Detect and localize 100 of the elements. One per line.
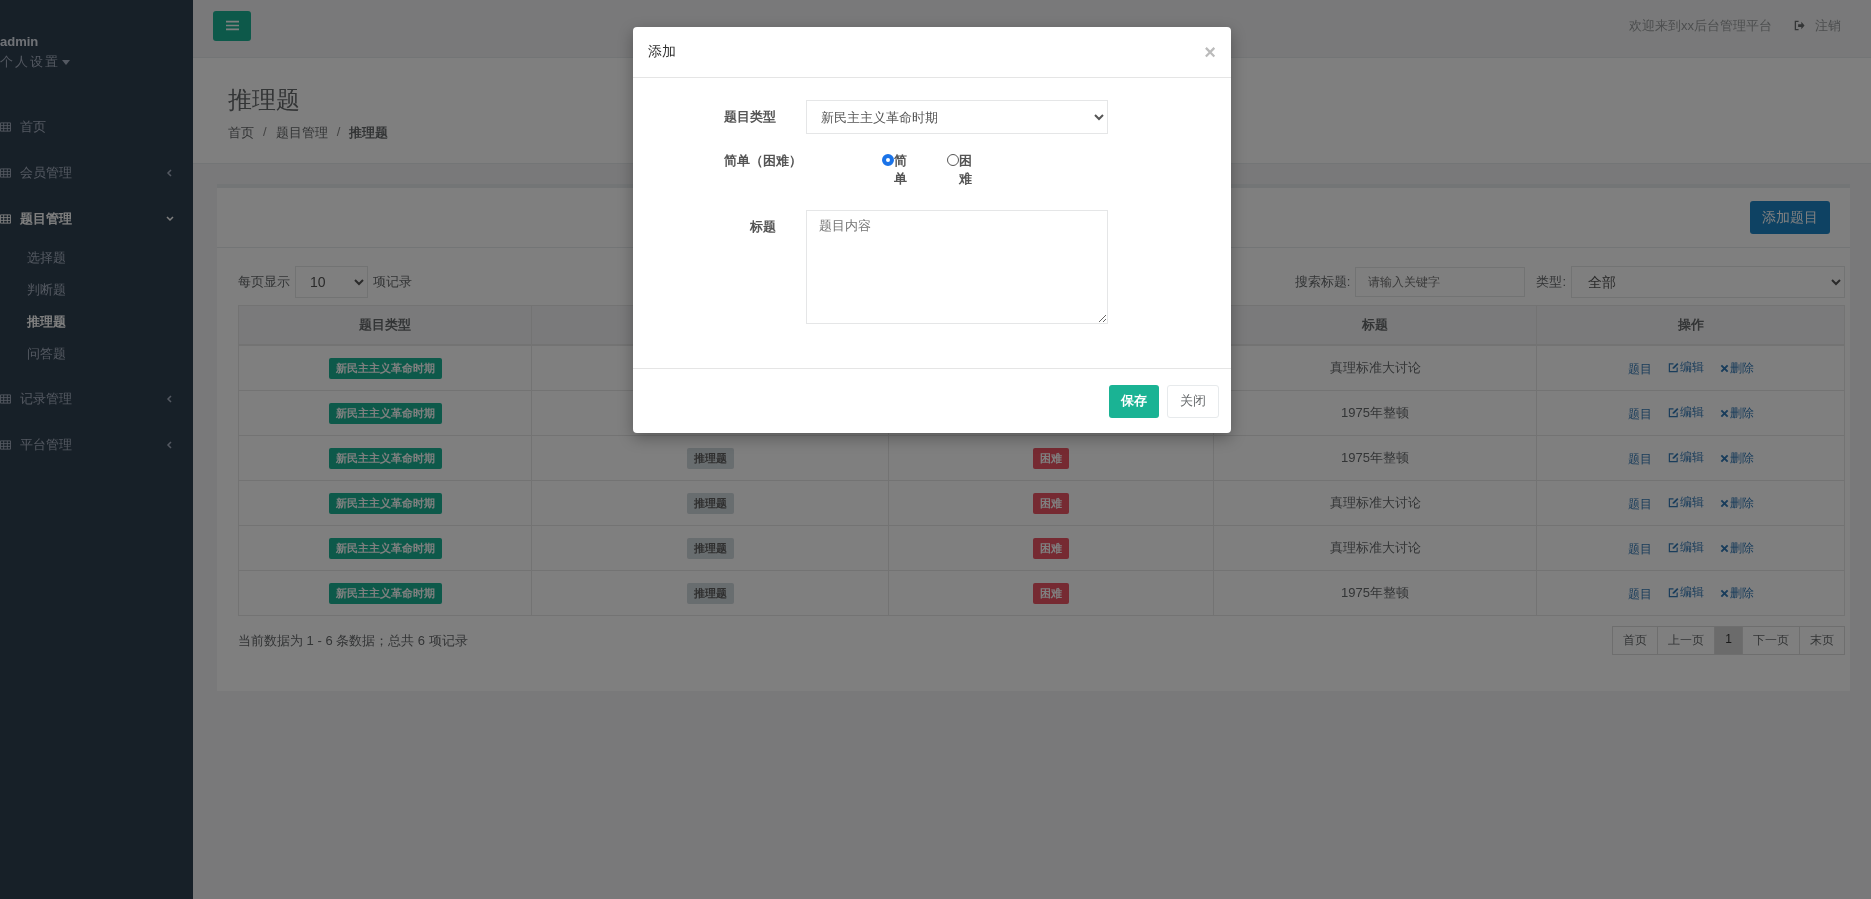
edit-icon bbox=[1667, 451, 1679, 463]
difficulty-badge: 困难 bbox=[1033, 492, 1069, 514]
radio-label: 简单 bbox=[894, 152, 907, 189]
save-button[interactable]: 保存 bbox=[1109, 384, 1159, 418]
close-button[interactable]: × bbox=[1204, 42, 1216, 62]
search-label: 搜索标题: bbox=[1294, 273, 1351, 291]
nav-item[interactable]: 题目管理 bbox=[0, 196, 193, 242]
delete-icon bbox=[1719, 588, 1729, 598]
difficulty-badge: 困难 bbox=[1033, 447, 1069, 469]
breadcrumb-item[interactable]: 首页 bbox=[228, 124, 254, 142]
action-link[interactable]: 删除 bbox=[1719, 404, 1754, 422]
user-name: admin bbox=[0, 34, 39, 49]
table-cell: 真理标准大讨论 bbox=[1329, 495, 1421, 510]
chevron-down-icon bbox=[165, 214, 175, 224]
action-link[interactable]: 题目 bbox=[1627, 405, 1652, 423]
action-link[interactable]: 编辑 bbox=[1667, 583, 1704, 601]
edit-icon bbox=[1667, 406, 1679, 418]
action-link[interactable]: 编辑 bbox=[1667, 358, 1704, 376]
column-header: 题目类型 bbox=[359, 317, 411, 332]
delete-icon bbox=[1719, 543, 1729, 553]
page-size-label: 每页显示 bbox=[238, 273, 290, 291]
radio-label: 困难 bbox=[959, 152, 972, 189]
delete-icon bbox=[1719, 363, 1729, 373]
chevron-left-icon bbox=[165, 394, 175, 404]
column-header: 标题 bbox=[1362, 317, 1388, 332]
page-size-suffix: 项记录 bbox=[373, 273, 412, 291]
breadcrumb-separator: / bbox=[336, 124, 341, 141]
action-link[interactable]: 题目 bbox=[1627, 585, 1652, 603]
page-size-select[interactable]: 10 bbox=[295, 266, 368, 298]
menu-icon bbox=[225, 20, 239, 31]
grid-icon bbox=[0, 168, 11, 178]
delete-icon bbox=[1719, 408, 1729, 418]
field-label: 简单（困难） bbox=[723, 152, 802, 170]
field-label: 标题 bbox=[749, 218, 776, 237]
type-filter-select[interactable]: 全部 bbox=[1571, 266, 1845, 298]
caret-icon bbox=[62, 59, 70, 65]
action-link[interactable]: 编辑 bbox=[1667, 538, 1704, 556]
action-link[interactable]: 编辑 bbox=[1667, 448, 1704, 466]
grid-icon bbox=[0, 440, 11, 450]
type-filter-label: 类型: bbox=[1536, 273, 1566, 291]
edit-icon bbox=[1667, 361, 1679, 373]
breadcrumb-item: 推理题 bbox=[349, 124, 389, 142]
action-link[interactable]: 删除 bbox=[1719, 539, 1754, 557]
page-title: 推理题 bbox=[228, 85, 300, 115]
type-badge: 新民主主义革命时期 bbox=[328, 582, 442, 604]
type-badge: 新民主主义革命时期 bbox=[328, 492, 442, 514]
action-link[interactable]: 题目 bbox=[1627, 450, 1652, 468]
action-link[interactable]: 删除 bbox=[1719, 494, 1754, 512]
category-badge: 推理题 bbox=[686, 582, 734, 604]
delete-icon bbox=[1719, 498, 1729, 508]
difficulty-badge: 困难 bbox=[1033, 537, 1069, 559]
action-link[interactable]: 题目 bbox=[1627, 495, 1652, 513]
pagination-button[interactable]: 末页 bbox=[1799, 626, 1845, 655]
dialog-title: 添加 bbox=[648, 43, 676, 61]
edit-icon bbox=[1667, 586, 1679, 598]
edit-icon bbox=[1667, 541, 1679, 553]
table-cell: 1975年整顿 bbox=[1341, 405, 1409, 420]
close-dialog-button[interactable]: 关闭 bbox=[1167, 384, 1219, 418]
settings-link[interactable]: 个人设置 bbox=[0, 53, 70, 71]
edit-icon bbox=[1667, 496, 1679, 508]
category-badge: 推理题 bbox=[686, 447, 734, 469]
delete-icon bbox=[1719, 453, 1729, 463]
action-link[interactable]: 编辑 bbox=[1667, 493, 1704, 511]
pagination-button[interactable]: 1 bbox=[1714, 626, 1743, 655]
action-link[interactable]: 删除 bbox=[1719, 359, 1754, 377]
action-link[interactable]: 删除 bbox=[1719, 449, 1754, 467]
column-header: 操作 bbox=[1677, 317, 1704, 332]
table-cell: 1975年整顿 bbox=[1341, 450, 1409, 465]
action-link[interactable]: 删除 bbox=[1719, 584, 1754, 602]
category-badge: 推理题 bbox=[686, 537, 734, 559]
type-badge: 新民主主义革命时期 bbox=[328, 357, 442, 379]
table-cell: 真理标准大讨论 bbox=[1329, 540, 1421, 555]
category-badge: 推理题 bbox=[686, 492, 734, 514]
grid-icon bbox=[0, 394, 11, 404]
table-cell: 1975年整顿 bbox=[1341, 585, 1409, 600]
grid-icon bbox=[0, 214, 11, 224]
search-field[interactable]: 请输入关键字 bbox=[1355, 267, 1526, 297]
field-label: 题目类型 bbox=[723, 108, 776, 126]
submenu-item[interactable]: 推理题 bbox=[27, 306, 66, 338]
type-badge: 新民主主义革命时期 bbox=[328, 402, 442, 424]
action-link[interactable]: 编辑 bbox=[1667, 403, 1704, 421]
action-link[interactable]: 题目 bbox=[1627, 540, 1652, 558]
chevron-left-icon bbox=[165, 440, 175, 450]
content-textarea[interactable]: 题目内容 bbox=[806, 210, 1108, 325]
add-question-button[interactable]: 添加题目 bbox=[1750, 201, 1830, 234]
type-badge: 新民主主义革命时期 bbox=[328, 537, 442, 559]
chevron-left-icon bbox=[165, 168, 175, 178]
breadcrumb-item[interactable]: 题目管理 bbox=[275, 124, 328, 142]
type-badge: 新民主主义革命时期 bbox=[328, 447, 442, 469]
table-cell: 真理标准大讨论 bbox=[1329, 360, 1421, 375]
logout-icon bbox=[1794, 20, 1805, 31]
pagination-button[interactable]: 下一页 bbox=[1742, 626, 1800, 655]
radio-button[interactable] bbox=[882, 154, 894, 166]
difficulty-badge: 困难 bbox=[1033, 582, 1069, 604]
question-type-select[interactable]: 新民主主义革命时期 bbox=[806, 100, 1108, 134]
grid-icon bbox=[0, 122, 11, 132]
pagination-button[interactable]: 首页 bbox=[1612, 626, 1659, 655]
records-info: 当前数据为 1 - 6 条数据；总共 6 项记录 bbox=[238, 631, 468, 650]
breadcrumb-separator: / bbox=[263, 124, 267, 141]
action-link[interactable]: 题目 bbox=[1627, 360, 1652, 378]
